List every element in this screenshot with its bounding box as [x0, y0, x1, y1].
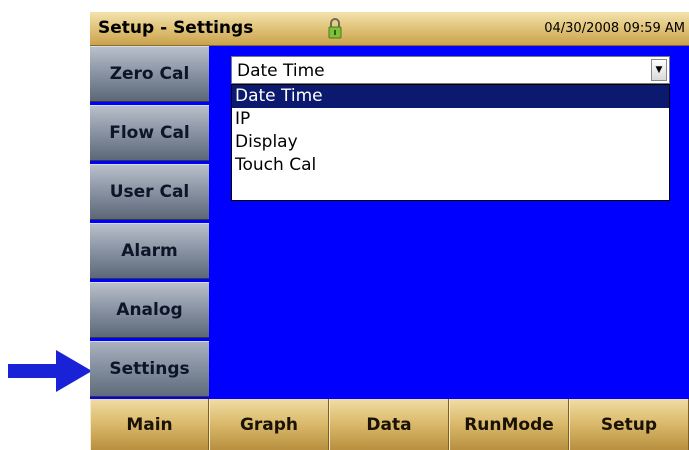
option-display[interactable]: Display — [232, 131, 669, 154]
page-title: Setup - Settings — [98, 18, 254, 38]
dropdown-list: Date Time IP Display Touch Cal — [231, 84, 670, 201]
nav-graph-button[interactable]: Graph — [209, 399, 329, 450]
nav-label: RunMode — [464, 414, 554, 435]
dropdown-arrow-icon[interactable]: ▼ — [651, 59, 667, 81]
title-bar: Setup - Settings 04/30/2008 09:59 AM — [90, 12, 689, 46]
sidebar-item-label: Alarm — [121, 241, 178, 261]
device-screen: Setup - Settings 04/30/2008 09:59 AM Zer… — [90, 12, 689, 450]
sidebar-item-label: Analog — [116, 300, 183, 320]
sidebar-item-user-cal[interactable]: User Cal — [90, 164, 209, 220]
option-ip[interactable]: IP — [232, 108, 669, 131]
pointer-arrow-icon — [8, 350, 92, 392]
option-date-time[interactable]: Date Time — [232, 85, 669, 108]
sidebar-item-label: Flow Cal — [109, 123, 190, 143]
nav-setup-button[interactable]: Setup — [569, 399, 689, 450]
nav-label: Graph — [239, 414, 299, 435]
sidebar-item-label: User Cal — [109, 182, 190, 202]
sidebar-item-settings[interactable]: Settings — [90, 341, 209, 397]
sidebar-item-zero-cal[interactable]: Zero Cal — [90, 46, 209, 102]
nav-label: Data — [366, 414, 412, 435]
nav-label: Main — [126, 414, 173, 435]
nav-runmode-button[interactable]: RunMode — [449, 399, 569, 450]
datetime-display: 04/30/2008 09:59 AM — [544, 21, 685, 36]
settings-dropdown[interactable]: Date Time ▼ — [231, 56, 670, 84]
sidebar-item-alarm[interactable]: Alarm — [90, 223, 209, 279]
option-touch-cal[interactable]: Touch Cal — [232, 154, 669, 177]
sidebar-item-flow-cal[interactable]: Flow Cal — [90, 105, 209, 161]
sidebar-item-label: Zero Cal — [109, 64, 190, 84]
bottom-nav-bar: Main Graph Data RunMode Setup — [90, 399, 689, 450]
sidebar: Zero Cal Flow Cal User Cal Alarm Analog … — [90, 46, 209, 399]
padlock-icon — [328, 18, 342, 39]
nav-label: Setup — [600, 414, 658, 435]
nav-main-button[interactable]: Main — [90, 399, 209, 450]
nav-data-button[interactable]: Data — [329, 399, 449, 450]
dropdown-value: Date Time — [237, 61, 325, 81]
sidebar-item-analog[interactable]: Analog — [90, 282, 209, 338]
sidebar-item-label: Settings — [109, 359, 190, 379]
